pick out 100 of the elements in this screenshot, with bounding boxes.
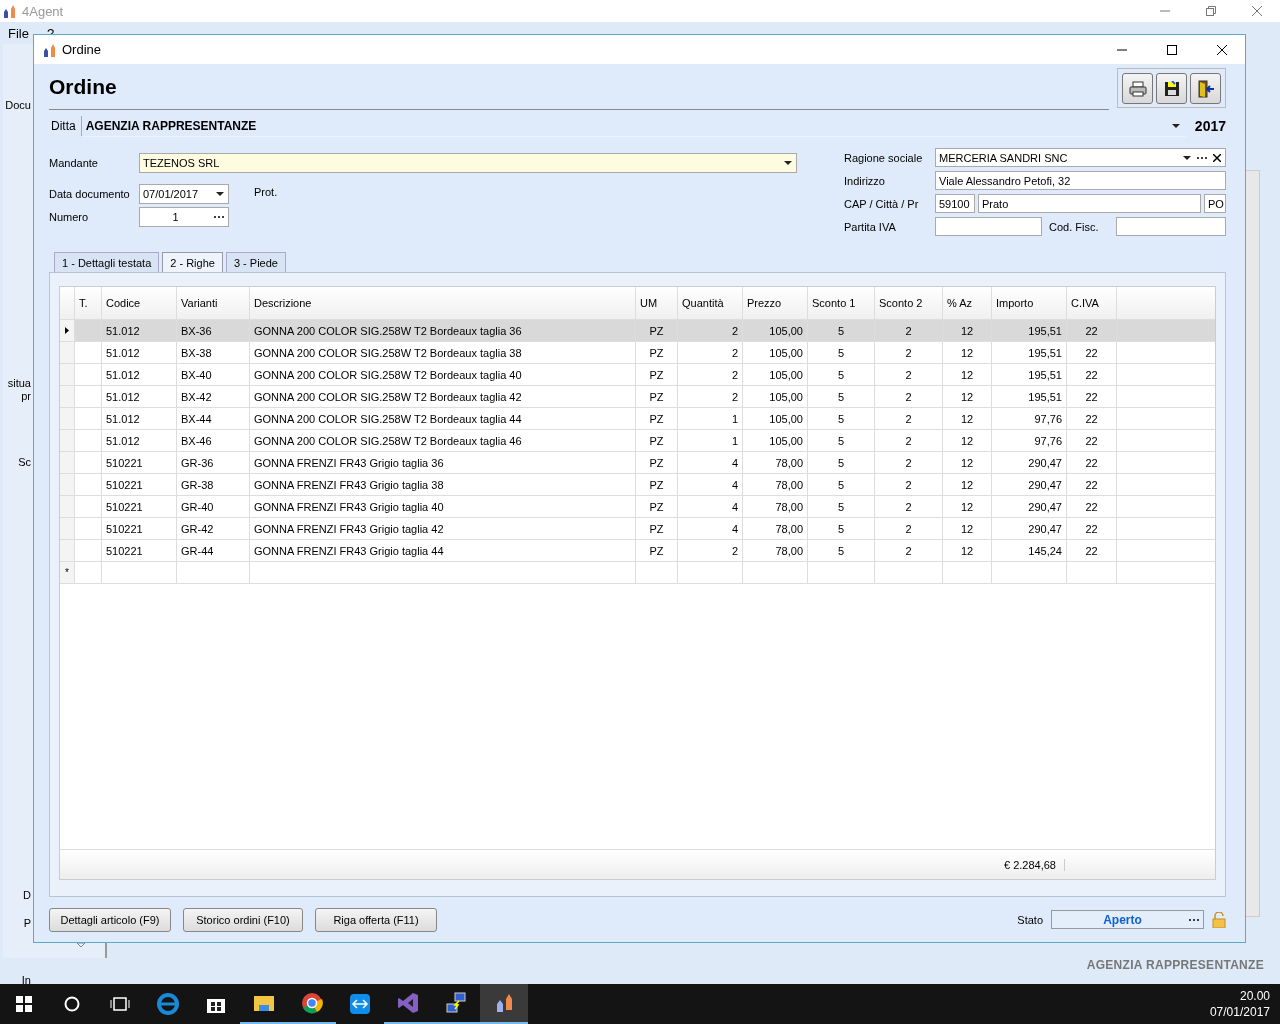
field-label: Indirizzo [844, 174, 886, 187]
table-cell: 12 [943, 540, 992, 561]
menu-item[interactable]: File [8, 25, 29, 41]
table-cell: 510221 [102, 452, 177, 473]
sidebar-label: P [22, 917, 31, 929]
table-cell: GONNA FRENZI FR43 Grigio taglia 40 [250, 496, 636, 517]
caret-icon[interactable] [76, 942, 86, 948]
table-cell: 2 [678, 320, 743, 341]
current-row-icon [65, 327, 69, 334]
print-button[interactable] [1122, 73, 1153, 104]
column-header[interactable]: Varianti [177, 287, 250, 319]
app-title: 4Agent [22, 3, 65, 19]
column-header[interactable]: % Az [943, 287, 992, 319]
postcode-field[interactable]: 59100 [935, 194, 975, 213]
table-row[interactable]: 510221 GR-40 GONNA FRENZI FR43 Grigio taglia 40 PZ 4 78,00 5 2 12 290,47 22 [60, 496, 1215, 518]
field-label: Numero [49, 211, 90, 223]
address-field[interactable]: Viale Alessandro Petofi, 32 [935, 171, 1226, 190]
field-label: Mandante [49, 157, 99, 169]
column-header[interactable]: Importo [992, 287, 1067, 319]
table-cell: 22 [1067, 496, 1117, 517]
table-cell: BX-44 [177, 408, 250, 429]
table-cell: 195,51 [992, 320, 1067, 341]
city-field[interactable]: Prato [978, 194, 1201, 213]
table-row[interactable]: 51.012 BX-44 GONNA 200 COLOR SIG.258W T2 Bordeaux taglia 44 PZ 1 105,00 5 2 12 97,76 22 [60, 408, 1215, 430]
province-field[interactable]: PO [1204, 194, 1226, 213]
ellipsis-icon [1189, 918, 1199, 921]
table-row[interactable]: 51.012 BX-38 GONNA 200 COLOR SIG.258W T2 Bordeaux taglia 38 PZ 2 105,00 5 2 12 195,51 22 [60, 342, 1215, 364]
column-header[interactable]: Prezzo [743, 287, 808, 319]
table-cell: 12 [943, 408, 992, 429]
table-cell: 2 [875, 518, 943, 539]
table-cell: 12 [943, 364, 992, 385]
company-dropdown[interactable]: AGENZIA RAPPRESENTANZE [81, 115, 1186, 137]
tab[interactable]: 2 - Righe [162, 252, 223, 272]
table-cell: 4 [678, 518, 743, 539]
table-cell: 12 [943, 320, 992, 341]
table-cell: 290,47 [992, 452, 1067, 473]
column-header[interactable]: Quantità [678, 287, 743, 319]
table-cell: 78,00 [743, 496, 808, 517]
column-header[interactable]: Sconto 2 [875, 287, 943, 319]
table-cell: 290,47 [992, 474, 1067, 495]
field-label: Partita IVA [844, 220, 897, 233]
table-row[interactable]: 510221 GR-38 GONNA FRENZI FR43 Grigio taglia 38 PZ 4 78,00 5 2 12 290,47 22 [60, 474, 1215, 496]
table-cell: PZ [636, 452, 678, 473]
table-cell: 2 [678, 386, 743, 407]
action-button[interactable]: Storico ordini (F10) [183, 907, 303, 932]
table-cell: 22 [1067, 408, 1117, 429]
dropdown-caret-icon [216, 192, 224, 196]
tab[interactable]: 1 - Dettagli testata [54, 252, 160, 272]
table-cell: 290,47 [992, 496, 1067, 517]
table-cell: 105,00 [743, 386, 808, 407]
customer-dropdown[interactable]: MERCERIA SANDRI SNC [935, 148, 1226, 167]
column-header[interactable]: UM [636, 287, 678, 319]
company-label: AGENZIA RAPPRESENTANZE [1086, 958, 1264, 972]
table-cell: 78,00 [743, 540, 808, 561]
table-cell: 2 [875, 540, 943, 561]
column-header[interactable]: Codice [102, 287, 177, 319]
date-field[interactable]: 07/01/2017 [139, 184, 229, 204]
table-cell: 51.012 [102, 320, 177, 341]
table-cell: 105,00 [743, 430, 808, 451]
table-cell: BX-42 [177, 386, 250, 407]
table-row[interactable]: 510221 GR-42 GONNA FRENZI FR43 Grigio taglia 42 PZ 4 78,00 5 2 12 290,47 22 [60, 518, 1215, 540]
table-row[interactable]: 51.012 BX-46 GONNA 200 COLOR SIG.258W T2 Bordeaux taglia 46 PZ 1 105,00 5 2 12 97,76 22 [60, 430, 1215, 452]
column-header[interactable]: Descrizione [250, 287, 636, 319]
table-row[interactable]: 510221 GR-44 GONNA FRENZI FR43 Grigio taglia 44 PZ 2 78,00 5 2 12 145,24 22 [60, 540, 1215, 562]
table-cell: 22 [1067, 540, 1117, 561]
printer-icon [1128, 80, 1147, 97]
action-button[interactable]: Dettagli articolo (F9) [49, 907, 171, 932]
table-cell: 2 [678, 364, 743, 385]
table-cell: GONNA 200 COLOR SIG.258W T2 Bordeaux taglia 44 [250, 408, 636, 429]
table-cell: 2 [875, 452, 943, 473]
table-row[interactable]: 510221 GR-36 GONNA FRENZI FR43 Grigio taglia 36 PZ 4 78,00 5 2 12 290,47 22 [60, 452, 1215, 474]
save-button[interactable] [1156, 73, 1187, 104]
column-header[interactable]: Sconto 1 [808, 287, 875, 319]
vat-field[interactable] [935, 217, 1042, 236]
table-cell: 195,51 [992, 342, 1067, 363]
table-cell: 5 [808, 474, 875, 495]
table-cell: GONNA 200 COLOR SIG.258W T2 Bordeaux taglia 40 [250, 364, 636, 385]
number-field[interactable]: 1 [139, 207, 229, 227]
table-cell: 5 [808, 408, 875, 429]
table-row[interactable]: 51.012 BX-36 GONNA 200 COLOR SIG.258W T2 Bordeaux taglia 36 PZ 2 105,00 5 2 12 195,51 22 [60, 320, 1215, 342]
column-header[interactable]: T. [75, 287, 102, 319]
table-cell: 5 [808, 430, 875, 451]
mandante-dropdown[interactable]: TEZENOS SRL [139, 153, 797, 173]
table-cell: GR-38 [177, 474, 250, 495]
table-cell: 2 [875, 474, 943, 495]
ellipsis-icon [1197, 156, 1207, 159]
tab[interactable]: 3 - Piede [225, 252, 286, 272]
table-cell: 2 [875, 386, 943, 407]
column-header[interactable]: C.IVA [1067, 287, 1117, 319]
table-row[interactable]: 51.012 BX-42 GONNA 200 COLOR SIG.258W T2 Bordeaux taglia 42 PZ 2 105,00 5 2 12 195,51 22 [60, 386, 1215, 408]
action-button[interactable]: Riga offerta (F11) [315, 907, 437, 932]
status-field[interactable]: Aperto [1051, 910, 1204, 929]
tax-code-field[interactable] [1116, 217, 1226, 236]
table-cell: 12 [943, 474, 992, 495]
exit-button[interactable] [1190, 73, 1221, 104]
table-cell: 510221 [102, 496, 177, 517]
bottles-logo-icon[interactable] [480, 984, 528, 1024]
table-cell: 1 [678, 408, 743, 429]
table-cell: 97,76 [992, 408, 1067, 429]
table-row[interactable]: 51.012 BX-40 GONNA 200 COLOR SIG.258W T2 Bordeaux taglia 40 PZ 2 105,00 5 2 12 195,51 22 [60, 364, 1215, 386]
